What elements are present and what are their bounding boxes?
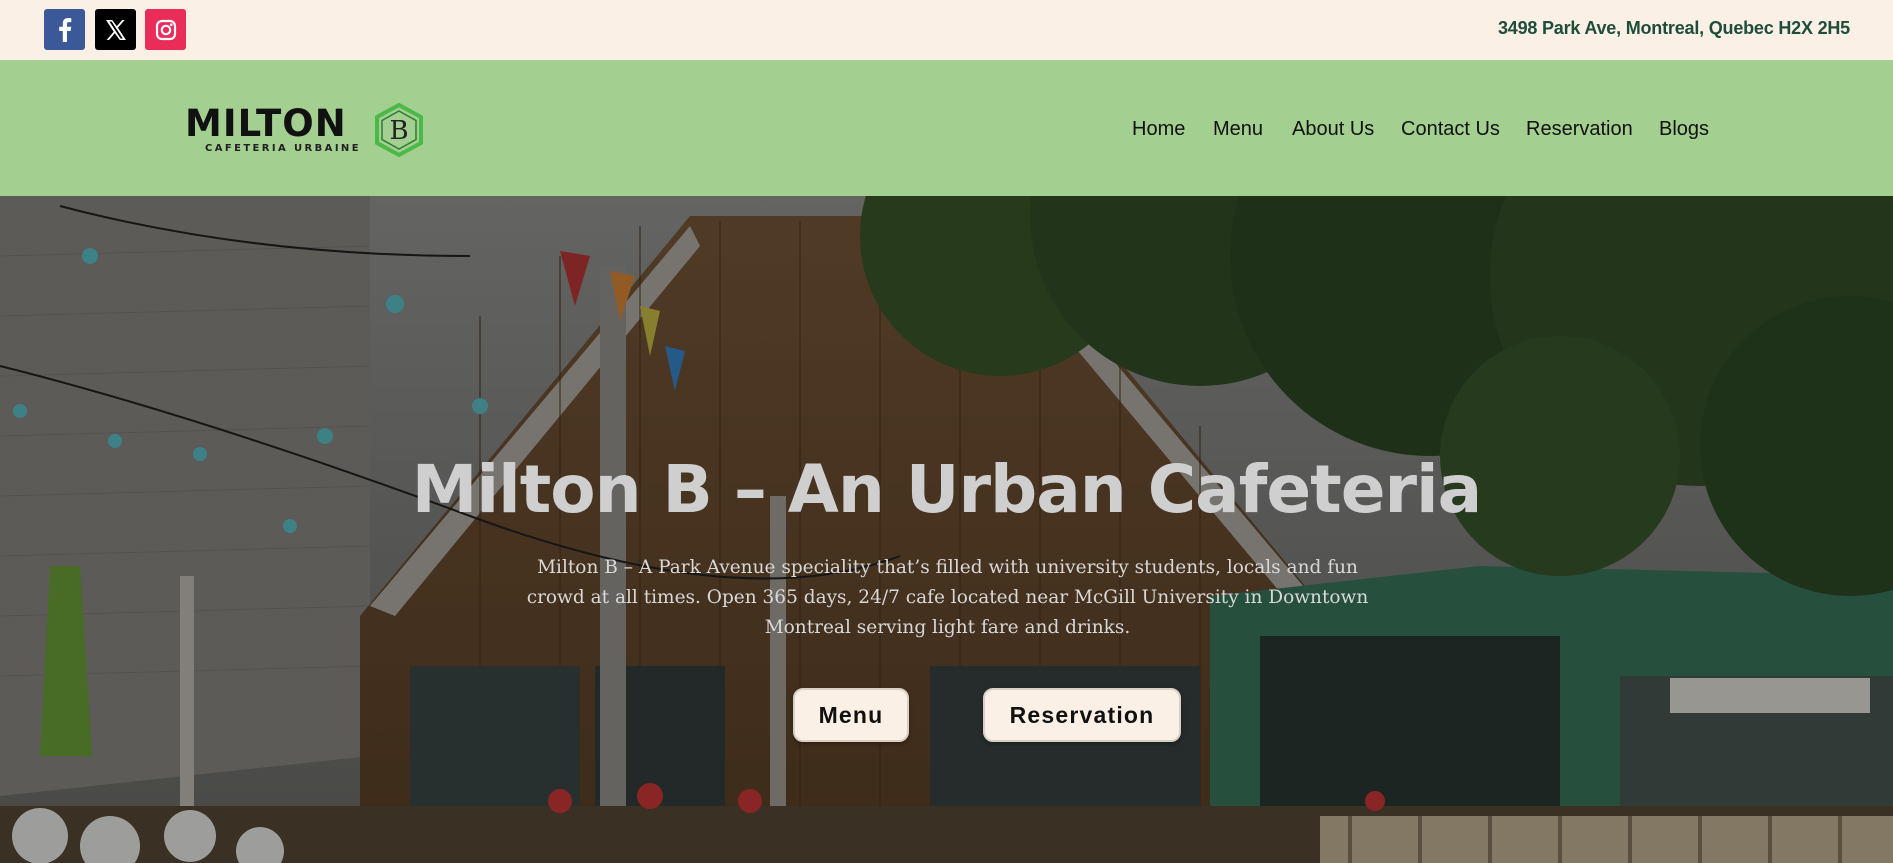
x-twitter-icon <box>105 19 126 40</box>
facebook-link[interactable] <box>44 9 85 50</box>
x-twitter-link[interactable] <box>95 9 136 50</box>
hero-description: Milton B – A Park Avenue speciality that… <box>526 557 1369 638</box>
hero-section: Milton B – An Urban Cafeteria Milton B –… <box>0 196 1893 863</box>
instagram-icon <box>155 19 176 40</box>
nav-contact-us[interactable]: Contact Us <box>1401 118 1500 141</box>
main-nav: Home Menu About Us Contact Us Reservatio… <box>0 118 1893 142</box>
nav-menu[interactable]: Menu <box>1213 118 1263 141</box>
instagram-link[interactable] <box>145 9 186 50</box>
nav-blogs[interactable]: Blogs <box>1659 118 1709 141</box>
nav-about-us[interactable]: About Us <box>1292 118 1374 141</box>
site-header: MILTON B CAFETERIA URBAINE Home Menu Abo… <box>0 60 1893 196</box>
hero-menu-button[interactable]: Menu <box>793 688 909 742</box>
hero-title: Milton B – An Urban Cafeteria <box>411 451 1482 528</box>
nav-reservation[interactable]: Reservation <box>1526 118 1633 141</box>
hero-reservation-button[interactable]: Reservation <box>983 688 1181 742</box>
logo-subtitle: CAFETERIA URBAINE <box>205 143 361 154</box>
nav-home[interactable]: Home <box>1132 118 1185 141</box>
hero-dark-overlay <box>0 196 1893 863</box>
address-text: 3498 Park Ave, Montreal, Quebec H2X 2H5 <box>1497 18 1850 38</box>
top-bar: 3498 Park Ave, Montreal, Quebec H2X 2H5 <box>0 0 1893 60</box>
facebook-icon <box>58 17 71 42</box>
